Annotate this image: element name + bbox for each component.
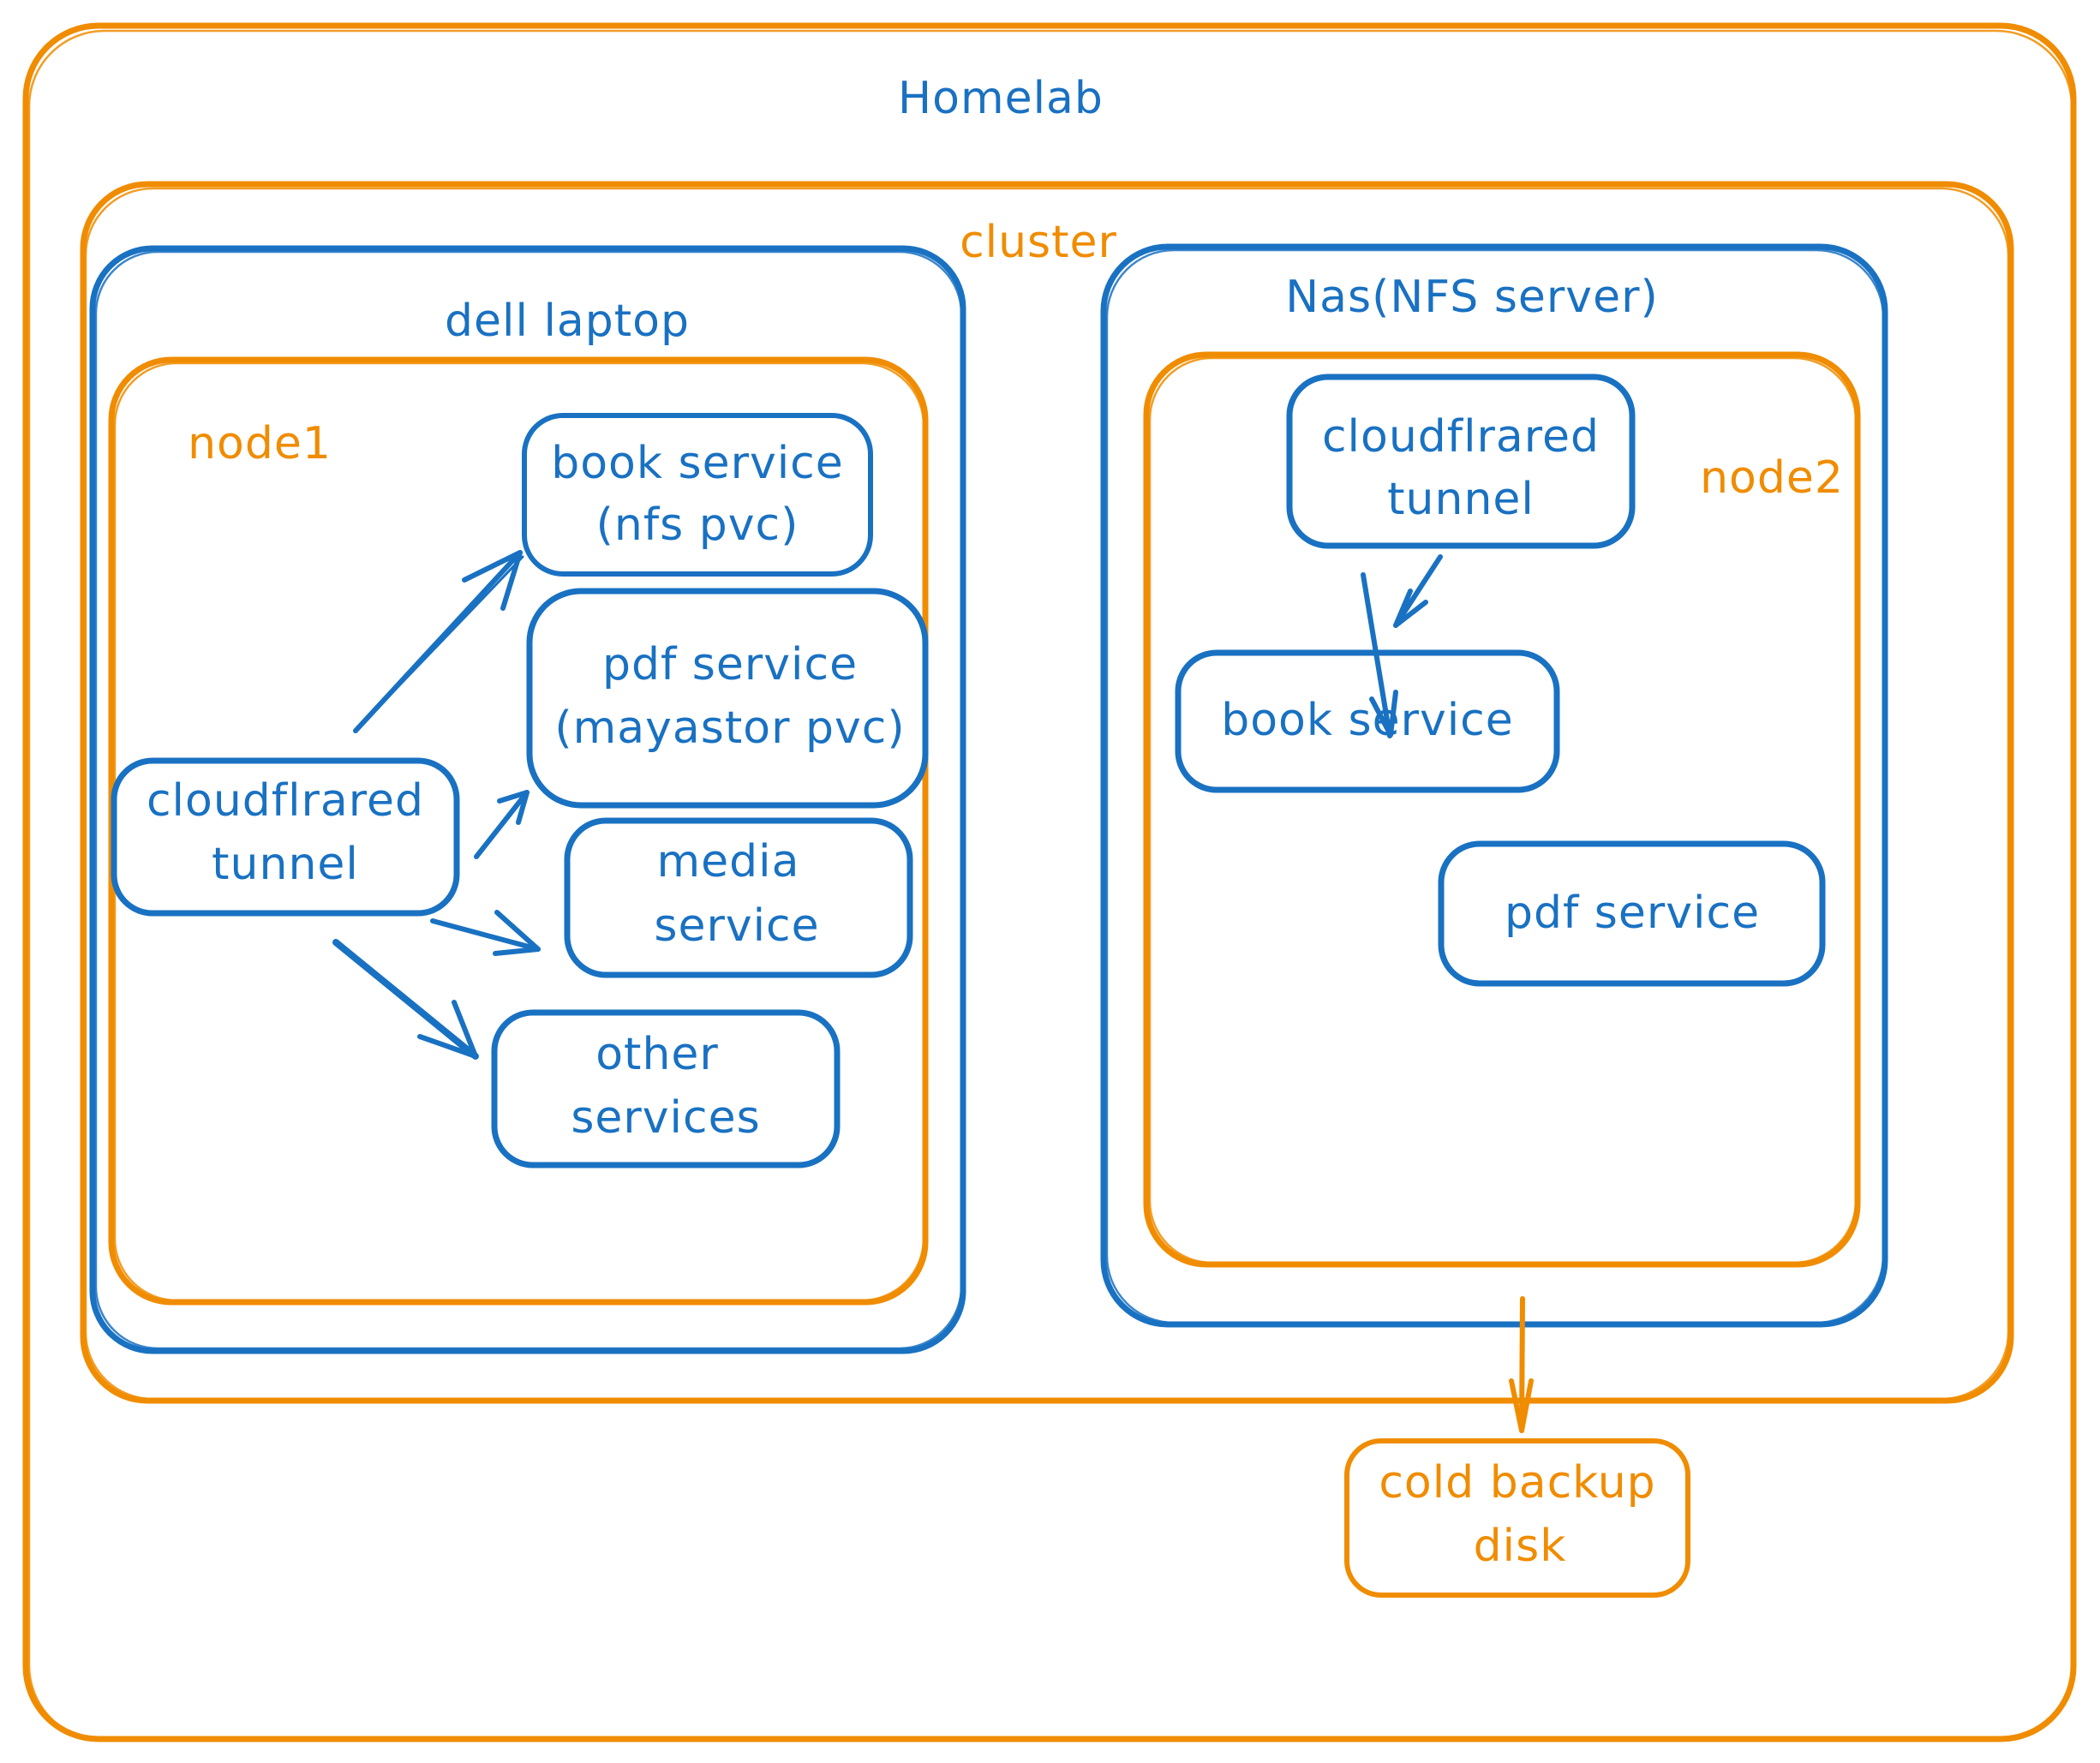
cluster-label: cluster bbox=[960, 217, 1117, 268]
arrow-shaft bbox=[332, 939, 479, 1060]
nas-container: Nas(NFS server) bbox=[1100, 243, 1888, 1328]
node2-tunnel-line1: cloudflrared bbox=[1322, 411, 1600, 463]
arrow-head-icon bbox=[1393, 589, 1428, 628]
node1-tunnel[interactable]: cloudflrared tunnel bbox=[111, 757, 460, 917]
node1-media-service[interactable]: media service bbox=[564, 817, 913, 978]
node2-book-service-line1: book service bbox=[1221, 695, 1514, 746]
cold-backup-disk-line1: cold backup bbox=[1379, 1457, 1655, 1509]
node1-pdf-service-box[interactable] bbox=[526, 588, 929, 809]
node1-book-service-line2: (nfs pvc) bbox=[596, 499, 799, 551]
arrow-shaft-sketch bbox=[358, 555, 524, 728]
node2-tunnel[interactable]: cloudflrared tunnel bbox=[1286, 374, 1636, 549]
node1-pdf-service[interactable]: pdf service (mayastor pvc) bbox=[526, 588, 929, 809]
arrow-node2-tunnel-to-book-service bbox=[1393, 554, 1443, 628]
node1-label: node1 bbox=[188, 418, 332, 469]
node2-pdf-service[interactable]: pdf service bbox=[1438, 840, 1826, 987]
arrow-tunnel-to-pdf-service bbox=[474, 790, 529, 859]
arrow-nas-to-cold-backup bbox=[1509, 1296, 1534, 1433]
node1-media-service-line2: service bbox=[654, 900, 819, 952]
arrow-shaft bbox=[1519, 1296, 1525, 1433]
node2-tunnel-line2: tunnel bbox=[1387, 474, 1535, 525]
node1-book-service-line1: book service bbox=[551, 438, 844, 489]
node1-other-services-line1: other bbox=[595, 1029, 719, 1080]
node1-other-services[interactable]: other services bbox=[491, 1009, 841, 1168]
homelab-diagram: Homelab cluster dell laptop node1 book s… bbox=[22, 22, 2077, 1742]
arrow-tunnel-to-book-service bbox=[353, 550, 524, 733]
node2-book-service[interactable]: book service bbox=[1175, 649, 1560, 793]
cold-backup-disk[interactable]: cold backup disk bbox=[1344, 1438, 1690, 1598]
node1-pdf-service-line2: (mayastor pvc) bbox=[554, 702, 905, 754]
arrow-tunnel-to-other-services bbox=[332, 939, 479, 1060]
nas-label: Nas(NFS server) bbox=[1285, 272, 1658, 323]
arrow-head-icon bbox=[493, 910, 541, 956]
node1-book-service[interactable]: book service (nfs pvc) bbox=[522, 413, 873, 577]
node1-tunnel-line2: tunnel bbox=[212, 839, 359, 890]
node2-pdf-service-line1: pdf service bbox=[1505, 887, 1760, 939]
arrow-tunnel-to-media-service bbox=[430, 910, 541, 956]
node1-tunnel-line1: cloudflrared bbox=[147, 775, 424, 827]
node1-pdf-service-line1: pdf service bbox=[602, 639, 858, 690]
node2-label: node2 bbox=[1700, 452, 1844, 504]
node1-other-services-line2: services bbox=[571, 1092, 760, 1144]
cold-backup-disk-line2: disk bbox=[1474, 1521, 1567, 1572]
nas-border bbox=[1100, 243, 1888, 1328]
dell-laptop-label: dell laptop bbox=[445, 296, 690, 347]
node1-media-service-line1: media bbox=[657, 836, 800, 887]
homelab-label: Homelab bbox=[898, 73, 1104, 124]
